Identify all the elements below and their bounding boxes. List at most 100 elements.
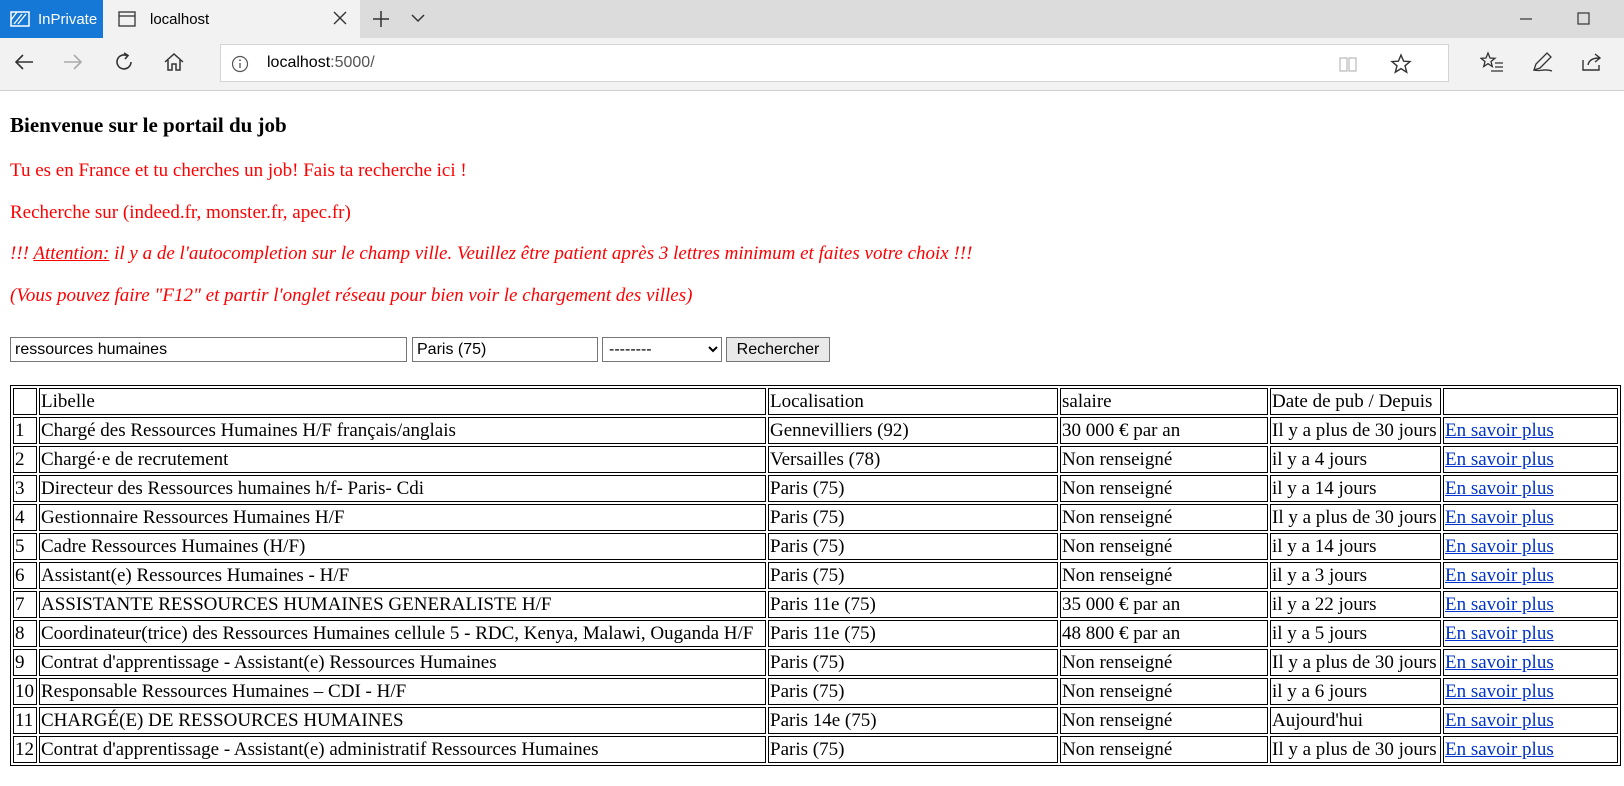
row-index: 6 — [13, 562, 37, 589]
info-icon[interactable] — [231, 55, 249, 73]
search-button[interactable]: Rechercher — [726, 337, 830, 362]
en-savoir-plus-link[interactable]: En savoir plus — [1445, 478, 1554, 499]
row-index: 4 — [13, 504, 37, 531]
action-cell: En savoir plus — [1443, 504, 1618, 531]
pen-icon[interactable] — [1530, 50, 1554, 74]
job-title: Contrat d'apprentissage - Assistant(e) a… — [39, 736, 766, 763]
maximize-icon[interactable] — [1577, 12, 1591, 26]
inprivate-label: InPrivate — [38, 10, 98, 28]
job-salary: Non renseigné — [1060, 707, 1268, 734]
job-location: Paris 14e (75) — [768, 707, 1058, 734]
favorite-star-icon[interactable] — [1390, 53, 1412, 75]
header-date: Date de pub / Depuis — [1270, 388, 1441, 415]
row-index: 12 — [13, 736, 37, 763]
job-location: Paris 11e (75) — [768, 620, 1058, 647]
job-location: Paris (75) — [768, 736, 1058, 763]
inprivate-badge[interactable]: InPrivate — [0, 0, 103, 38]
close-tab-icon[interactable] — [332, 10, 348, 26]
en-savoir-plus-link[interactable]: En savoir plus — [1445, 536, 1554, 557]
job-salary: 30 000 € par an — [1060, 417, 1268, 444]
job-location: Paris (75) — [768, 475, 1058, 502]
job-title: Cadre Ressources Humaines (H/F) — [39, 533, 766, 560]
job-title: Chargé·e de recrutement — [39, 446, 766, 473]
job-title: Coordinateur(trice) des Ressources Humai… — [39, 620, 766, 647]
home-icon[interactable] — [162, 50, 186, 74]
action-cell: En savoir plus — [1443, 591, 1618, 618]
job-salary: Non renseigné — [1060, 649, 1268, 676]
favorites-list-icon[interactable] — [1480, 50, 1504, 74]
en-savoir-plus-link[interactable]: En savoir plus — [1445, 739, 1554, 760]
header-localisation: Localisation — [768, 388, 1058, 415]
attention-text: !!! Attention: il y a de l'autocompletio… — [10, 243, 972, 265]
source-select[interactable]: -------- — [602, 337, 722, 362]
action-cell: En savoir plus — [1443, 562, 1618, 589]
forward-icon[interactable] — [61, 50, 85, 74]
table-row: 1 Chargé des Ressources Humaines H/F fran… — [13, 417, 1618, 444]
job-date: il y a 14 jours — [1270, 533, 1441, 560]
job-location: Paris (75) — [768, 533, 1058, 560]
job-salary: Non renseigné — [1060, 504, 1268, 531]
en-savoir-plus-link[interactable]: En savoir plus — [1445, 449, 1554, 470]
en-savoir-plus-link[interactable]: En savoir plus — [1445, 507, 1554, 528]
job-salary: Non renseigné — [1060, 533, 1268, 560]
chevron-down-icon[interactable] — [410, 11, 426, 25]
page-icon — [118, 11, 136, 27]
action-cell: En savoir plus — [1443, 678, 1618, 705]
tab-bar: InPrivate localhost — [0, 0, 1624, 38]
en-savoir-plus-link[interactable]: En savoir plus — [1445, 420, 1554, 441]
table-row: 7 ASSISTANTE RESSOURCES HUMAINES GENERALI… — [13, 591, 1618, 618]
job-salary: Non renseigné — [1060, 678, 1268, 705]
action-cell: En savoir plus — [1443, 620, 1618, 647]
action-cell: En savoir plus — [1443, 533, 1618, 560]
action-cell: En savoir plus — [1443, 649, 1618, 676]
row-index: 3 — [13, 475, 37, 502]
en-savoir-plus-link[interactable]: En savoir plus — [1445, 681, 1554, 702]
page-title: Bienvenue sur le portail du job — [10, 113, 287, 137]
table-row: 4 Gestionnaire Ressources Humaines H/F Par… — [13, 504, 1618, 531]
job-salary: Non renseigné — [1060, 446, 1268, 473]
job-title: Chargé des Ressources Humaines H/F franç… — [39, 417, 766, 444]
share-icon[interactable] — [1580, 50, 1604, 74]
keyword-input[interactable] — [10, 337, 407, 362]
row-index: 1 — [13, 417, 37, 444]
results-table: Libelle Localisation salaire Date de pub… — [10, 385, 1621, 766]
en-savoir-plus-link[interactable]: En savoir plus — [1445, 652, 1554, 673]
action-cell: En savoir plus — [1443, 417, 1618, 444]
job-date: il y a 6 jours — [1270, 678, 1441, 705]
reading-view-icon[interactable] — [1338, 54, 1358, 74]
minimize-icon[interactable] — [1519, 9, 1533, 29]
url-host: localhost — [267, 54, 331, 71]
table-row: 9 Contrat d'apprentissage - Assistant(e) … — [13, 649, 1618, 676]
header-action — [1443, 388, 1618, 415]
table-row: 2 Chargé·e de recrutement Versailles (78) N… — [13, 446, 1618, 473]
en-savoir-plus-link[interactable]: En savoir plus — [1445, 710, 1554, 731]
attention-prefix: !!! — [10, 243, 34, 264]
attention-message: il y a de l'autocompletion sur le champ … — [109, 243, 973, 264]
en-savoir-plus-link[interactable]: En savoir plus — [1445, 623, 1554, 644]
table-row: 6 Assistant(e) Ressources Humaines - H/F P… — [13, 562, 1618, 589]
back-icon[interactable] — [12, 50, 36, 74]
job-location: Gennevilliers (92) — [768, 417, 1058, 444]
job-date: Il y a plus de 30 jours — [1270, 504, 1441, 531]
tab-title: localhost — [150, 10, 210, 28]
city-input[interactable] — [412, 337, 598, 362]
row-index: 2 — [13, 446, 37, 473]
intro-text: Tu es en France et tu cherches un job! F… — [10, 160, 467, 181]
sources-text: Recherche sur (indeed.fr, monster.fr, ap… — [10, 202, 351, 223]
table-row: 11 CHARGÉ(E) DE RESSOURCES HUMAINES Paris … — [13, 707, 1618, 734]
job-date: il y a 5 jours — [1270, 620, 1441, 647]
en-savoir-plus-link[interactable]: En savoir plus — [1445, 594, 1554, 615]
job-date: Il y a plus de 30 jours — [1270, 417, 1441, 444]
job-location: Versailles (78) — [768, 446, 1058, 473]
header-libelle: Libelle — [39, 388, 766, 415]
job-title: Directeur des Ressources humaines h/f- P… — [39, 475, 766, 502]
refresh-icon[interactable] — [112, 50, 136, 74]
table-row: 8 Coordinateur(trice) des Ressources Huma… — [13, 620, 1618, 647]
new-tab-icon[interactable] — [371, 9, 391, 29]
tab-localhost[interactable]: localhost — [103, 0, 360, 38]
url-field[interactable]: localhost:5000/ — [220, 44, 1449, 82]
job-location: Paris (75) — [768, 649, 1058, 676]
job-salary: 35 000 € par an — [1060, 591, 1268, 618]
header-salaire: salaire — [1060, 388, 1268, 415]
en-savoir-plus-link[interactable]: En savoir plus — [1445, 565, 1554, 586]
